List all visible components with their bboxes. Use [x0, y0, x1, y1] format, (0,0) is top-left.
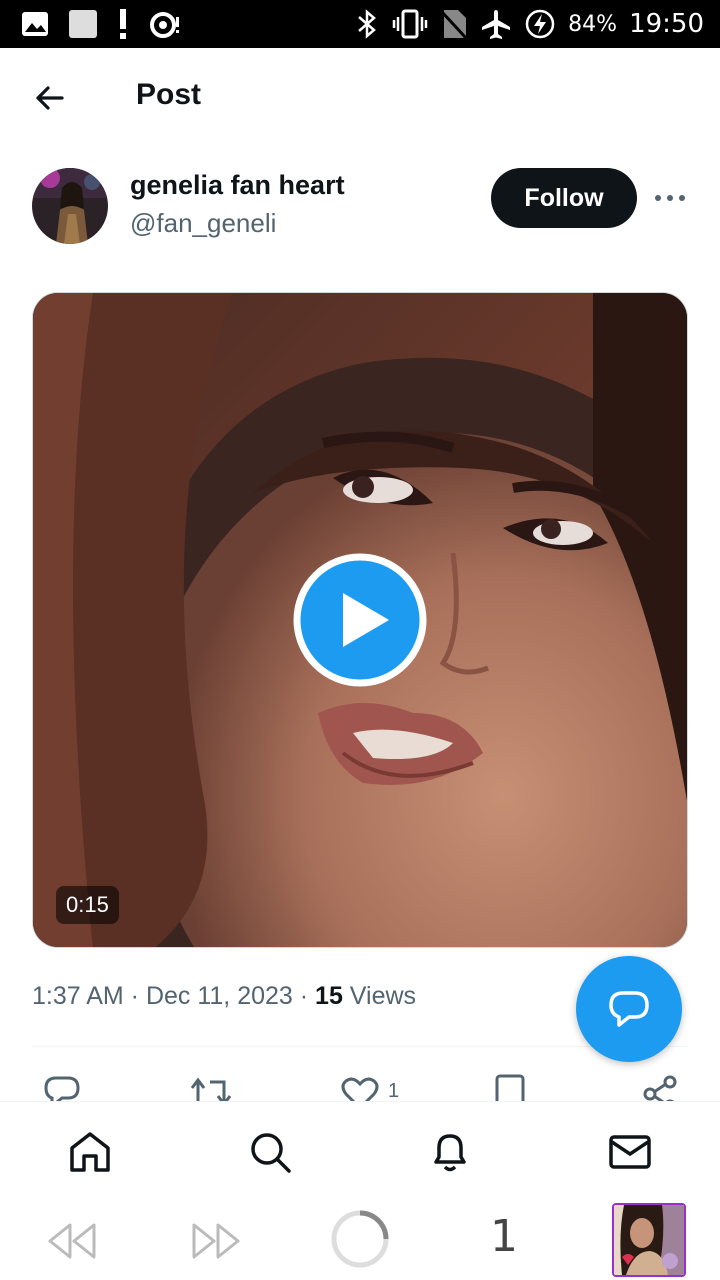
sync-icon — [150, 12, 179, 38]
video-duration: 0:15 — [56, 886, 119, 924]
author-handle[interactable]: @fan_geneli — [130, 208, 276, 239]
play-icon — [293, 553, 427, 687]
post-meta: 1:37 AM · Dec 11, 2023 · 15 Views — [32, 982, 416, 1011]
bluetooth-icon — [358, 9, 377, 39]
views-count: 15 — [315, 982, 343, 1010]
author-name[interactable]: genelia fan heart — [130, 170, 345, 201]
reply-bubble-icon — [609, 991, 649, 1027]
back-button[interactable] — [28, 76, 72, 120]
views-label: Views — [342, 982, 417, 1010]
header: Post — [0, 48, 720, 148]
more-options-button[interactable] — [650, 183, 690, 213]
nav-search[interactable] — [248, 1130, 292, 1174]
avatar[interactable] — [32, 168, 108, 244]
image-icon — [22, 12, 48, 36]
nav-notifications[interactable] — [428, 1130, 472, 1174]
play-button[interactable] — [293, 553, 427, 687]
share-icon[interactable] — [640, 1074, 680, 1102]
action-bar: 1 — [0, 1070, 720, 1102]
notifications-icon — [434, 1134, 466, 1172]
profile-thumbnail[interactable] — [612, 1203, 686, 1277]
alert-icon — [120, 9, 126, 39]
nav-messages[interactable] — [608, 1130, 652, 1174]
stats-icon[interactable] — [494, 1074, 526, 1102]
vibrate-icon — [392, 9, 428, 39]
battery-charging-icon — [525, 9, 555, 39]
like-count: 1 — [388, 1080, 400, 1102]
no-sim-icon — [441, 10, 468, 40]
follow-button[interactable]: Follow — [491, 168, 637, 228]
airplane-icon — [482, 10, 511, 39]
system-navigation-bar: 1 — [0, 1201, 720, 1280]
tab-count[interactable]: 1 — [490, 1211, 518, 1262]
battery-percent: 84% — [568, 11, 618, 37]
meta-separator: · — [292, 982, 316, 1010]
clock: 19:50 — [629, 9, 704, 39]
loading-spinner-icon — [331, 1210, 389, 1268]
home-icon — [70, 1132, 110, 1172]
back-arrow-icon — [36, 86, 64, 110]
like-icon[interactable] — [340, 1074, 380, 1102]
more-dots-icon — [655, 195, 685, 201]
bottom-nav — [0, 1101, 720, 1202]
rewind-icon[interactable] — [46, 1221, 98, 1261]
search-icon — [251, 1133, 291, 1173]
messages-icon — [609, 1135, 651, 1169]
page-title: Post — [136, 78, 202, 111]
fast-forward-icon[interactable] — [190, 1221, 242, 1261]
nav-home[interactable] — [68, 1130, 112, 1174]
compose-reply-button[interactable] — [576, 956, 682, 1062]
reply-icon[interactable] — [42, 1074, 82, 1102]
post-date: Dec 11, 2023 — [145, 982, 293, 1010]
repost-icon[interactable] — [190, 1074, 234, 1102]
post-time: 1:37 AM — [32, 982, 124, 1010]
square-icon — [69, 10, 97, 38]
status-bar: 84% 19:50 — [0, 0, 720, 48]
divider — [32, 1046, 688, 1047]
meta-separator: · — [123, 982, 146, 1010]
